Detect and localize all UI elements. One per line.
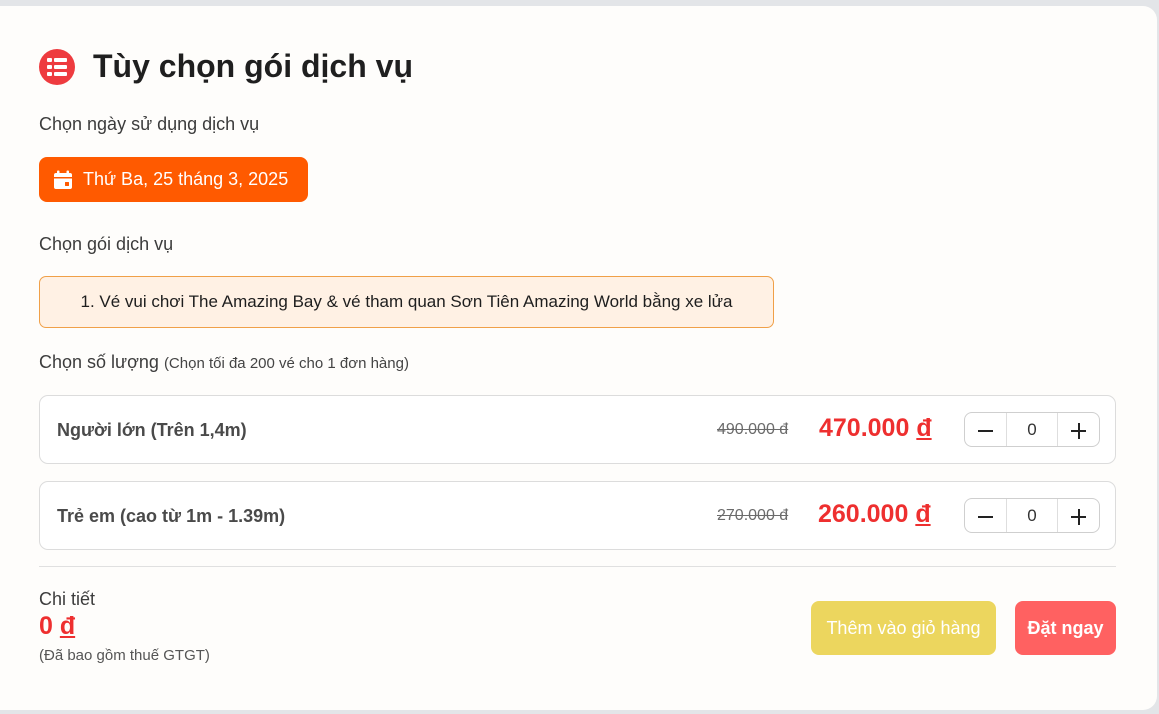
ticket-row-adult: Người lớn (Trên 1,4m) 490.000 đ 470.000 … [39,395,1116,464]
ticket-name: Trẻ em (cao từ 1m - 1.39m) [57,506,286,526]
package-option-selected[interactable]: 1. Vé vui chơi The Amazing Bay & vé tham… [39,276,774,328]
book-now-button[interactable]: Đặt ngay [1015,601,1116,655]
decrement-button[interactable] [965,413,1006,446]
quantity-value[interactable]: 0 [1006,499,1058,532]
vat-note: (Đã bao gồm thuế GTGT) [39,647,210,664]
decrement-button[interactable] [965,499,1006,532]
increment-button[interactable] [1058,413,1099,446]
detail-label: Chi tiết [39,589,96,609]
total-value: 0 [39,612,53,640]
old-price: 490.000 đ [717,421,789,438]
selected-date: Thứ Ba, 25 tháng 3, 2025 [83,169,289,189]
quantity-label: Chọn số lượng (Chọn tối đa 200 vé cho 1 … [39,352,409,373]
date-picker-button[interactable]: Thứ Ba, 25 tháng 3, 2025 [39,157,308,202]
header: Tùy chọn gói dịch vụ [39,48,413,85]
add-to-cart-button[interactable]: Thêm vào giỏ hàng [811,601,996,655]
quantity-stepper[interactable]: 0 [964,498,1100,533]
quantity-label-text: Chọn số lượng [39,352,159,372]
ticket-row-child: Trẻ em (cao từ 1m - 1.39m) 270.000 đ 260… [39,481,1116,550]
new-price: 260.000 đ [818,500,931,529]
list-icon [39,48,75,85]
total-currency: đ [59,612,76,640]
old-price: 270.000 đ [717,507,789,524]
divider [39,566,1116,567]
new-price-value: 260.000 [818,500,909,528]
increment-button[interactable] [1058,499,1099,532]
quantity-value[interactable]: 0 [1006,413,1058,446]
package-label: Chọn gói dịch vụ [39,234,174,254]
service-options-card: Tùy chọn gói dịch vụ Chọn ngày sử dụng d… [0,6,1157,710]
new-price: 470.000 đ [819,414,932,443]
date-label: Chọn ngày sử dụng dịch vụ [39,114,260,134]
new-price-value: 470.000 [819,414,910,442]
currency-symbol: đ [915,500,931,528]
currency-symbol: đ [916,414,932,442]
page-title: Tùy chọn gói dịch vụ [93,48,413,84]
total-price: 0 đ [39,612,75,641]
calendar-icon [53,170,73,190]
quantity-stepper[interactable]: 0 [964,412,1100,447]
ticket-name: Người lớn (Trên 1,4m) [57,420,247,440]
quantity-limit-note: (Chọn tối đa 200 vé cho 1 đơn hàng) [163,355,409,372]
